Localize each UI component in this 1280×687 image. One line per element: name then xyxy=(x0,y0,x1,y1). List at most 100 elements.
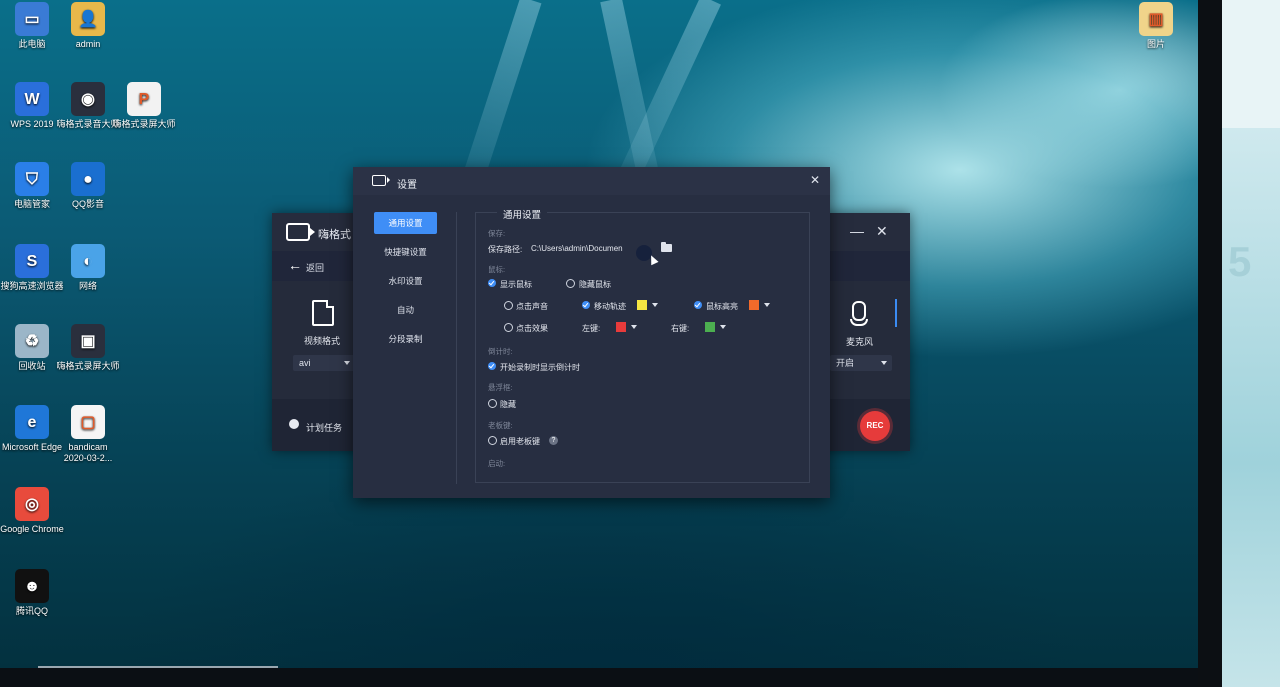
desktop-icon-label: 嗨格式录音大师 xyxy=(56,119,120,129)
desktop-icon[interactable]: P 嗨格式录屏大师 xyxy=(112,82,176,130)
sidebar-item-watermark[interactable]: 水印设置 xyxy=(374,270,437,292)
wps-icon: W xyxy=(15,82,49,116)
save-group-label: 保存: xyxy=(488,229,506,238)
desktop-icon[interactable]: ⛉ 电脑管家 xyxy=(0,162,64,210)
right-key-label: 右键: xyxy=(671,324,690,333)
desktop-icon-label: 网络 xyxy=(78,281,97,291)
mouse-highlight-checkbox[interactable] xyxy=(694,301,702,309)
desktop-icon-label: 图片 xyxy=(1146,39,1165,49)
microphone-value: 开启 xyxy=(836,358,855,368)
media-player-icon: ● xyxy=(71,162,105,196)
sidebar-item-auto[interactable]: 自动 xyxy=(374,299,437,321)
help-icon[interactable]: ? xyxy=(549,436,558,445)
desktop-icon[interactable]: 👤 admin xyxy=(56,2,120,50)
desktop-icon[interactable]: ● QQ影音 xyxy=(56,162,120,210)
desktop-icon[interactable]: ☻ 腾讯QQ xyxy=(0,569,64,617)
screen-recorder-icon: ▣ xyxy=(71,324,105,358)
move-track-color-swatch[interactable] xyxy=(637,300,647,310)
close-icon[interactable]: ✕ xyxy=(810,173,820,187)
show-mouse-radio[interactable] xyxy=(488,279,496,287)
shield-icon: ⛉ xyxy=(15,162,49,196)
schedule-task-link[interactable]: 计划任务 xyxy=(306,421,342,434)
right-side-panel: 5 xyxy=(1198,0,1280,687)
taskbar xyxy=(0,668,1198,687)
right-key-color-swatch[interactable] xyxy=(705,322,715,332)
recycle-bin-icon: ♻ xyxy=(15,324,49,358)
panel-title: 通用设置 xyxy=(497,207,548,221)
desktop-icon-label: admin xyxy=(75,39,101,49)
edge-icon: e xyxy=(15,405,49,439)
back-arrow-icon[interactable]: ← xyxy=(288,257,302,273)
move-track-checkbox[interactable] xyxy=(582,301,590,309)
boss-key-checkbox[interactable] xyxy=(488,436,497,445)
folder-icon[interactable] xyxy=(661,242,672,252)
clock-icon xyxy=(289,419,299,429)
book-icon: ▥ xyxy=(1139,2,1173,36)
side-preview xyxy=(1222,128,1280,687)
desktop-icon[interactable]: ♻ 回收站 xyxy=(0,324,64,372)
settings-title: 设置 xyxy=(397,180,417,191)
floating-group-label: 悬浮框: xyxy=(488,383,513,392)
microphone-icon xyxy=(852,301,866,321)
desktop-icon[interactable]: ▣ 嗨格式录屏大师 xyxy=(56,324,120,372)
click-sound-checkbox[interactable] xyxy=(504,301,513,310)
chrome-icon: ◎ xyxy=(15,487,49,521)
chevron-down-icon xyxy=(881,361,887,365)
sidebar-item-segment[interactable]: 分段录制 xyxy=(374,328,437,350)
hide-mouse-radio[interactable] xyxy=(566,279,575,288)
left-key-color-swatch[interactable] xyxy=(616,322,626,332)
hide-floating-checkbox[interactable] xyxy=(488,399,497,408)
click-effect-checkbox[interactable] xyxy=(504,323,513,332)
sidebar-divider xyxy=(456,212,457,484)
video-format-select[interactable]: avi xyxy=(293,355,355,371)
microphone-stand-icon xyxy=(850,319,868,326)
desktop-icon[interactable]: ▭ 此电脑 xyxy=(0,2,64,50)
back-label[interactable]: 返回 xyxy=(306,261,324,274)
desktop-icon-label: 回收站 xyxy=(18,361,46,371)
sogou-browser-icon: S xyxy=(15,244,49,278)
desktop-icon[interactable]: ◐ 网络 xyxy=(56,244,120,292)
camera-icon xyxy=(372,175,390,186)
mouse-highlight-color-swatch[interactable] xyxy=(749,300,759,310)
chevron-down-icon[interactable] xyxy=(652,303,658,307)
microphone-select[interactable]: 开启 xyxy=(830,355,892,371)
move-track-label: 移动轨迹 xyxy=(594,302,626,311)
mouse-group-label: 鼠标: xyxy=(488,265,506,274)
desktop-icon[interactable]: ▢ bandicam 2020-03-2... xyxy=(56,405,120,464)
close-button[interactable]: ✕ xyxy=(876,223,888,240)
desktop-icon-label: 此电脑 xyxy=(18,39,46,49)
desktop-icon[interactable]: ▥ 图片 xyxy=(1124,2,1188,50)
countdown-group-label: 倒计时: xyxy=(488,347,513,356)
chevron-down-icon[interactable] xyxy=(720,325,726,329)
desktop-icon-label: bandicam 2020-03-2... xyxy=(63,442,113,463)
desktop-icon-label: Microsoft Edge xyxy=(1,442,63,452)
desktop-icon[interactable]: e Microsoft Edge xyxy=(0,405,64,453)
boss-key-group-label: 老板键: xyxy=(488,421,513,430)
desktop-icon[interactable]: ◎ Google Chrome xyxy=(0,487,64,535)
chevron-down-icon[interactable] xyxy=(631,325,637,329)
user-folder-icon: 👤 xyxy=(71,2,105,36)
rec-button[interactable]: REC xyxy=(860,411,890,441)
countdown-checkbox[interactable] xyxy=(488,362,496,370)
desktop-icon-label: WPS 2019 xyxy=(10,119,54,129)
desktop-icon[interactable]: W WPS 2019 xyxy=(0,82,64,130)
chevron-down-icon[interactable] xyxy=(764,303,770,307)
camera-icon xyxy=(286,223,315,241)
desktop-icon[interactable]: S 搜狗高速浏览器 xyxy=(0,244,64,292)
desktop-icon[interactable]: ◉ 嗨格式录音大师 xyxy=(56,82,120,130)
volume-bar[interactable] xyxy=(895,299,897,327)
desktop-icon-label: 电脑管家 xyxy=(13,199,50,209)
boss-key-label: 启用老板键 xyxy=(500,437,540,446)
minimize-button[interactable]: — xyxy=(850,223,864,239)
sidebar-item-hotkeys[interactable]: 快捷键设置 xyxy=(374,241,437,263)
video-format-label: 视频格式 xyxy=(304,336,341,346)
left-key-label: 左键: xyxy=(582,324,601,333)
hide-mouse-label: 隐藏鼠标 xyxy=(579,280,611,289)
save-path-field[interactable]: C:\Users\admin\Documen xyxy=(531,244,623,253)
sidebar-item-general[interactable]: 通用设置 xyxy=(374,212,437,234)
click-sound-label: 点击声音 xyxy=(516,302,548,311)
save-path-label: 保存路径: xyxy=(488,245,523,254)
settings-titlebar: 设置 ✕ xyxy=(353,167,830,195)
settings-sidebar: 通用设置 快捷键设置 水印设置 自动 分段录制 xyxy=(353,195,456,498)
image-file-icon: ▢ xyxy=(71,405,105,439)
